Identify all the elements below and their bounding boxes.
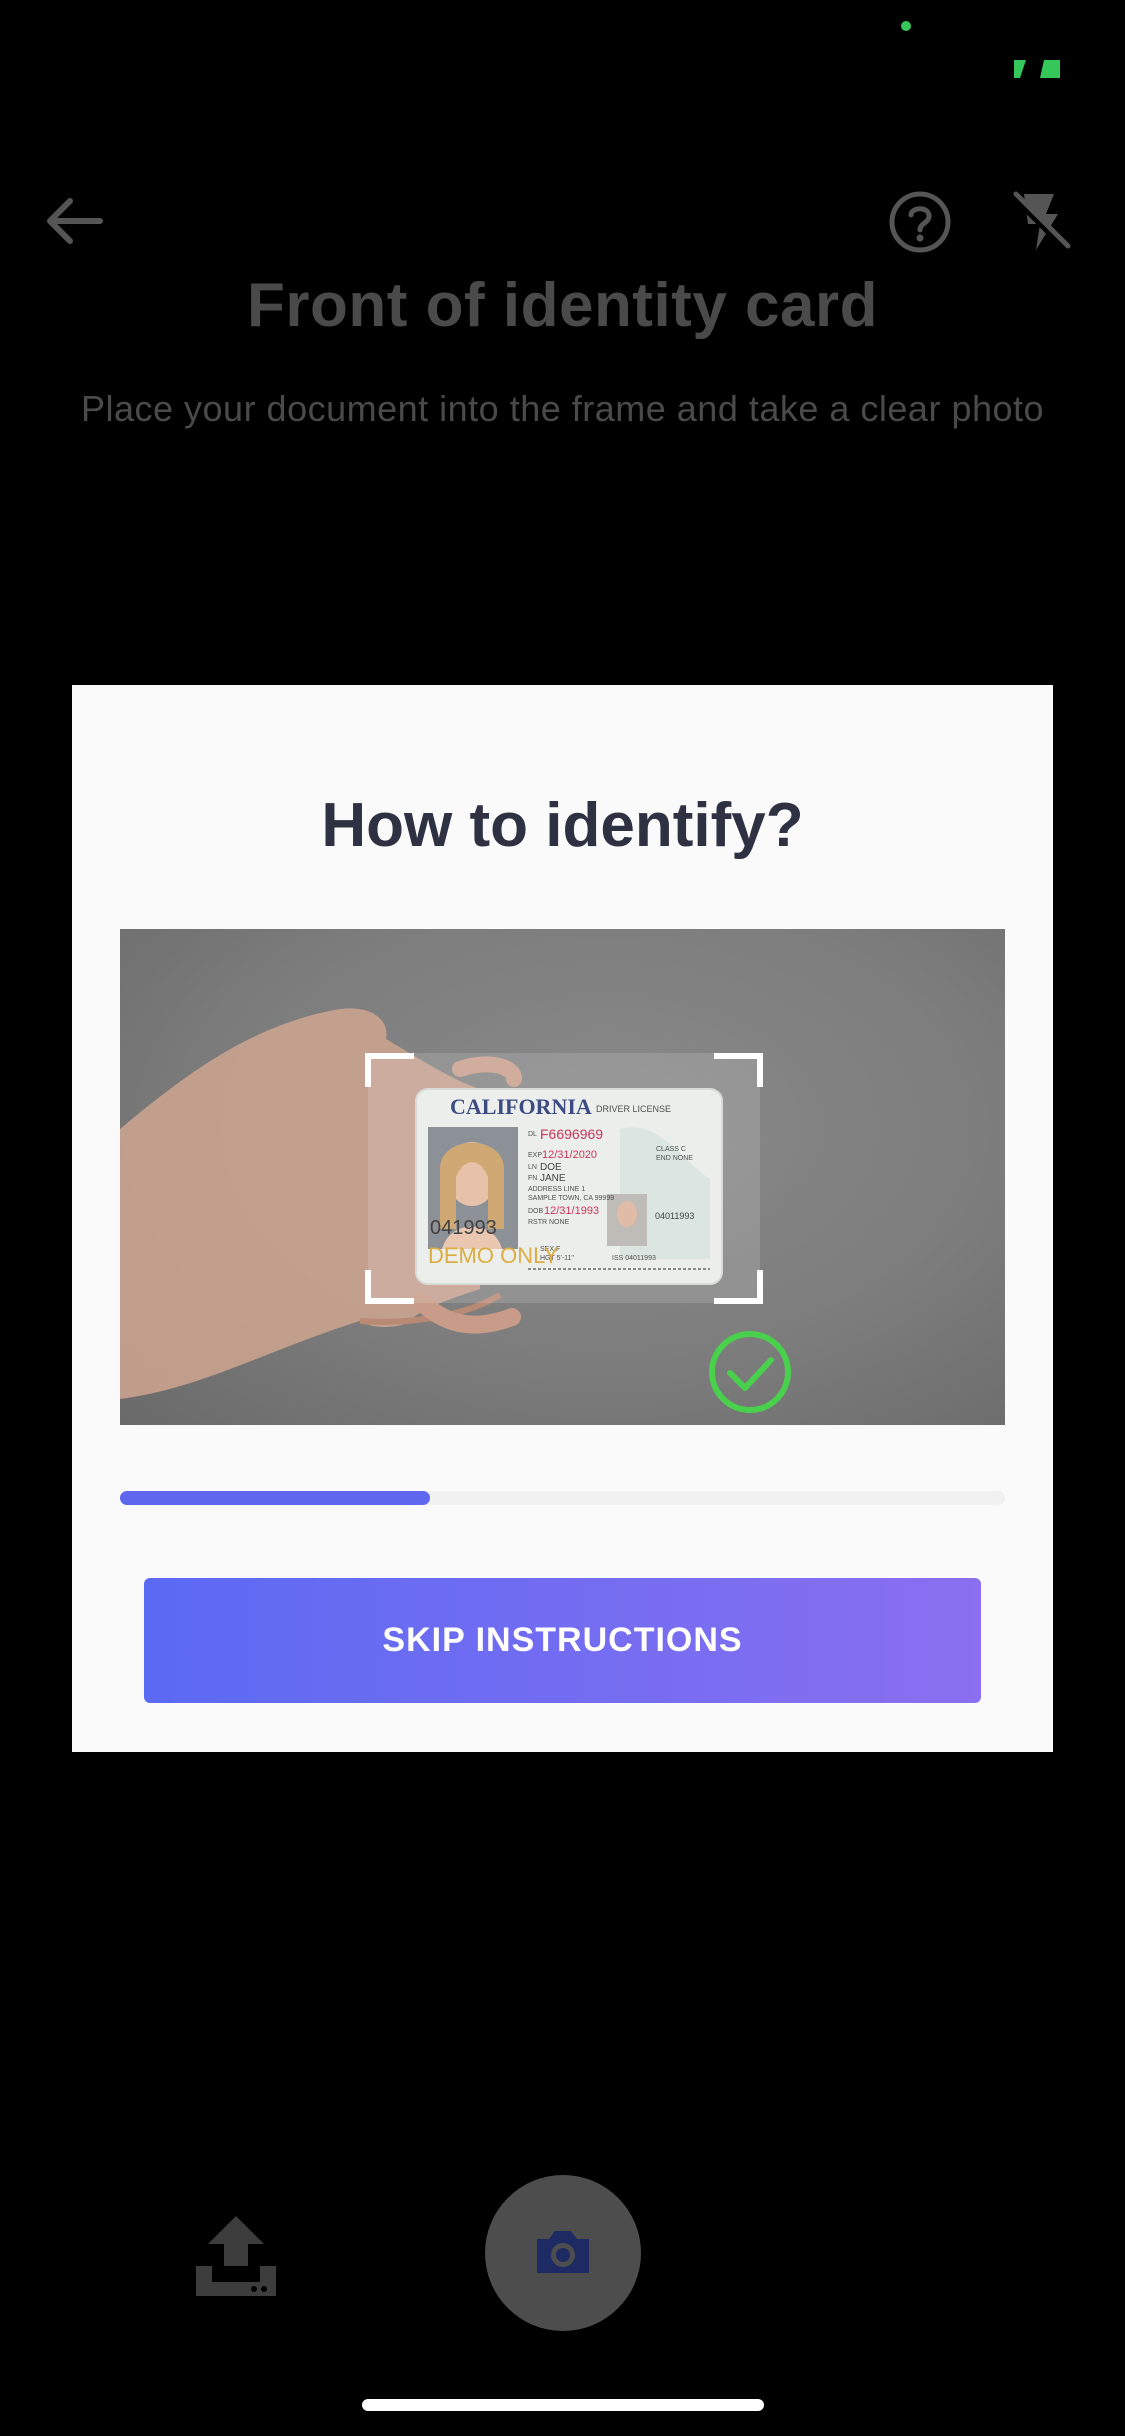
help-button[interactable] <box>888 190 952 254</box>
instruction-modal: How to identify? CALIFORNIA DRIVER LICEN… <box>72 685 1053 1752</box>
page-title: Front of identity card <box>247 271 878 340</box>
flash-toggle-button[interactable] <box>1006 188 1074 256</box>
home-indicator[interactable] <box>362 2399 764 2411</box>
check-circle-icon <box>709 1331 791 1413</box>
flash-off-icon <box>1011 191 1071 253</box>
hand-holding-card-image: CALIFORNIA DRIVER LICENSE DL F6696969 EX… <box>120 1008 791 1413</box>
upload-button[interactable] <box>192 2210 280 2298</box>
page-subtitle: Place your document into the frame and t… <box>80 388 1045 429</box>
capture-button[interactable] <box>485 2175 641 2331</box>
help-circle-icon <box>889 191 951 253</box>
upload-icon <box>196 2216 276 2296</box>
progress-fill <box>120 1491 430 1505</box>
id-card-illustration: CALIFORNIA DRIVER LICENSE DL F6696969 EX… <box>120 929 1005 1425</box>
instruction-progress-bar <box>120 1491 1005 1505</box>
camera-indicator-dot <box>901 21 911 31</box>
camera-icon <box>537 2231 589 2273</box>
skip-instructions-button[interactable]: SKIP INSTRUCTIONS <box>144 1578 981 1703</box>
battery-icon <box>1014 60 1060 78</box>
arrow-left-icon <box>47 198 103 244</box>
modal-title: How to identify? <box>321 791 804 860</box>
back-button[interactable] <box>40 190 110 252</box>
